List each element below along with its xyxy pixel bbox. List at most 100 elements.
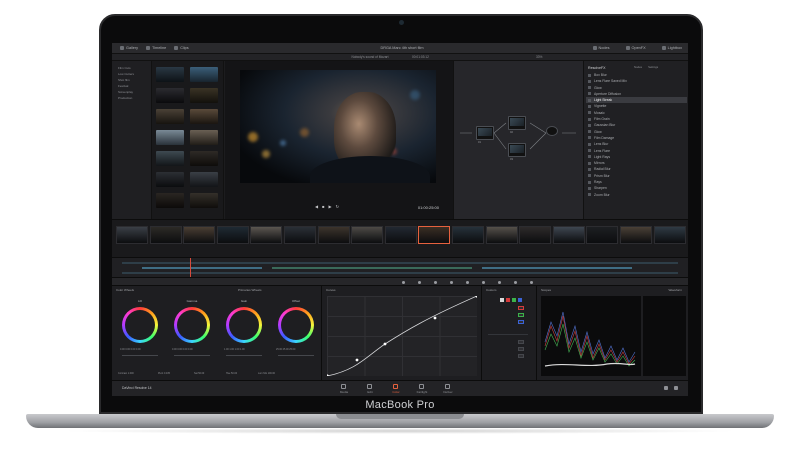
playhead[interactable] [190, 258, 191, 278]
lift-wheel[interactable] [122, 307, 158, 343]
loop-icon[interactable]: ↻ [336, 204, 339, 209]
tool-icon[interactable] [482, 281, 485, 284]
timeline-clip[interactable] [384, 226, 417, 244]
topbar-clips[interactable]: Clips [174, 46, 189, 50]
tool-icon[interactable] [418, 281, 421, 284]
swatch-y[interactable] [500, 298, 504, 302]
tab-color[interactable]: Color [385, 390, 407, 394]
media-page-icon[interactable] [341, 384, 346, 389]
curves-graph[interactable] [327, 296, 477, 376]
topbar-openfx[interactable]: OpenFX [625, 46, 646, 50]
wheel-values: 0.00 0.00 0.00 0.00 [120, 348, 141, 351]
media-thumb[interactable] [156, 193, 184, 208]
media-thumb[interactable] [190, 151, 218, 166]
wheel-slider[interactable] [174, 355, 210, 356]
timeline-clip[interactable] [418, 226, 451, 244]
tool-icon[interactable] [434, 281, 437, 284]
swatch-red[interactable] [506, 298, 510, 302]
wheel-values: 1.00 1.00 1.00 1.00 [224, 348, 245, 351]
topbar-nodes[interactable]: Nodes [592, 46, 610, 50]
node-2[interactable] [508, 116, 526, 130]
stop-icon[interactable]: ■ [322, 204, 324, 209]
timeline-clip[interactable] [653, 226, 686, 244]
tool-icon[interactable] [530, 281, 533, 284]
node-3[interactable] [508, 143, 526, 157]
settings-icon[interactable] [674, 386, 678, 390]
media-thumb[interactable] [190, 130, 218, 145]
color-wheels-panel: Color Wheels Primaries Wheels Lift Gamma… [112, 286, 322, 380]
play-icon[interactable]: ▶ [329, 204, 332, 209]
node-1[interactable] [476, 126, 494, 140]
tab-deliver[interactable]: Deliver [437, 390, 459, 394]
swatch-blue[interactable] [518, 298, 522, 302]
media-thumb[interactable] [156, 151, 184, 166]
subject-shoulder [310, 156, 430, 183]
timeline-clip[interactable] [317, 226, 350, 244]
bin-item[interactable]: Production [112, 95, 151, 101]
timeline-clip[interactable] [452, 226, 484, 244]
wheel-slider[interactable] [278, 355, 314, 356]
curves-panel: Curves [322, 286, 482, 380]
wheel-slider[interactable] [226, 355, 262, 356]
timeline-clip[interactable] [183, 226, 216, 244]
project-name: DaVinci Resolve 14 [122, 386, 152, 390]
wheel-slider[interactable] [122, 355, 158, 356]
topbar-gallery[interactable]: Gallery [120, 46, 138, 50]
effects-tab-nodes[interactable]: Nodes [634, 65, 642, 69]
tool-icon[interactable] [466, 281, 469, 284]
media-thumb[interactable] [190, 67, 218, 82]
tool-icon[interactable] [498, 281, 501, 284]
tool-icon[interactable] [514, 281, 517, 284]
node-4[interactable] [546, 126, 558, 136]
media-thumb[interactable] [190, 88, 218, 103]
wheels-mode[interactable]: Primaries Wheels [238, 288, 262, 292]
media-thumb[interactable] [190, 109, 218, 124]
laptop-notch [336, 414, 464, 419]
video-frame[interactable] [240, 70, 436, 183]
wheel-values: 25.00 25.00 25.00 [276, 348, 296, 351]
node-connections [460, 122, 576, 150]
effects-tab-settings[interactable]: Settings [648, 65, 658, 69]
deliver-page-icon[interactable] [445, 384, 450, 389]
timeline-clip[interactable] [586, 226, 619, 244]
tab-media[interactable]: Media [333, 390, 355, 394]
effects-title: ResolveFX [588, 66, 606, 70]
effect-item[interactable]: Zoom Blur [586, 192, 687, 198]
gamma-wheel[interactable] [174, 307, 210, 343]
offset-wheel[interactable] [278, 307, 314, 343]
home-icon[interactable] [664, 386, 668, 390]
topbar-timeline[interactable]: Timeline [146, 46, 166, 50]
swatch-green[interactable] [512, 298, 516, 302]
tool-icon[interactable] [450, 281, 453, 284]
mini-timeline[interactable] [112, 257, 688, 278]
gallery-icon [120, 46, 124, 50]
timeline-clip[interactable] [149, 226, 182, 244]
edit-page-icon[interactable] [367, 384, 372, 389]
media-thumb[interactable] [156, 109, 184, 124]
tab-edit[interactable]: Edit [359, 390, 381, 394]
timeline-clip[interactable] [485, 226, 518, 244]
timeline-clip[interactable] [216, 226, 249, 244]
timeline-clip[interactable] [250, 226, 283, 244]
media-thumb[interactable] [156, 88, 184, 103]
media-thumb[interactable] [156, 67, 184, 82]
media-thumb[interactable] [190, 172, 218, 187]
fairlight-page-icon[interactable] [419, 384, 424, 389]
tab-fairlight[interactable]: Fairlight [411, 390, 433, 394]
timeline-clip[interactable] [116, 226, 148, 244]
timeline-clip[interactable] [620, 226, 652, 244]
gain-wheel[interactable] [226, 307, 262, 343]
timeline-clip[interactable] [284, 226, 316, 244]
media-thumb[interactable] [156, 172, 184, 187]
timeline-clip[interactable] [552, 226, 585, 244]
media-thumb[interactable] [190, 193, 218, 208]
color-page-icon[interactable] [393, 384, 398, 389]
screen: Gallery Timeline Clips DRGA Marc 4th sho… [112, 43, 688, 396]
rewind-icon[interactable]: ◀ [315, 204, 318, 209]
timeline-clip[interactable] [351, 226, 384, 244]
topbar-lightbox[interactable]: Lightbox [661, 46, 682, 50]
zoom-level[interactable]: 33% [536, 55, 542, 59]
tool-icon[interactable] [402, 281, 405, 284]
media-thumb[interactable] [156, 130, 184, 145]
timeline-clip[interactable] [519, 226, 552, 244]
